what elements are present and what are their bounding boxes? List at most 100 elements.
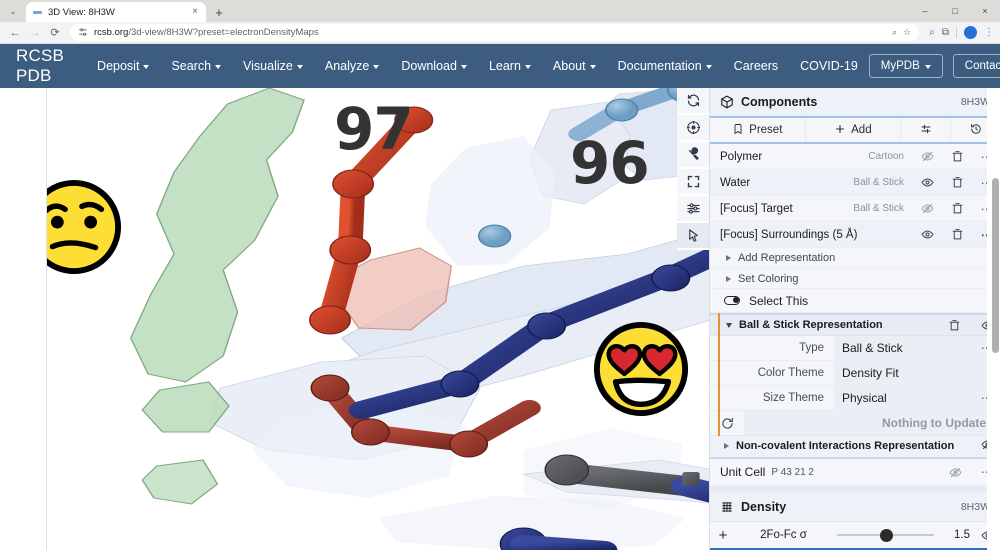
nav-item-learn[interactable]: Learn: [478, 59, 542, 73]
param-type[interactable]: Type Ball & Stick ⋯: [710, 336, 1000, 362]
nav-item-download[interactable]: Download: [390, 59, 478, 73]
search-icon[interactable]: ⌕: [929, 27, 935, 38]
profile-avatar-icon[interactable]: ●: [964, 26, 977, 39]
chevron-down-icon: [143, 64, 150, 69]
add-representation-expander[interactable]: Add Representation: [710, 248, 1000, 269]
header-buttons: MyPDB Contact us: [868, 54, 1000, 78]
tab-search-icon[interactable]: ⌄: [0, 0, 26, 22]
url-path: /3d-view/8H3W?preset=electronDensityMaps: [128, 27, 319, 38]
visibility-on-icon[interactable]: [914, 170, 940, 196]
unit-cell-row[interactable]: Unit Cell P 43 21 2 ⋯: [710, 458, 1000, 487]
component-options-button[interactable]: [901, 118, 952, 142]
molstar-viewer: 97 96 Components 8H3W Preset Add Polymer…: [47, 88, 1000, 550]
visibility-off-icon[interactable]: [914, 196, 940, 222]
mypdb-button[interactable]: MyPDB: [868, 54, 943, 78]
delete-icon[interactable]: [944, 144, 970, 170]
param-value[interactable]: Ball & Stick: [834, 336, 974, 361]
scrollbar-thumb[interactable]: [992, 178, 999, 353]
page-scrollbar[interactable]: [987, 88, 1000, 550]
add-component-button[interactable]: Add: [806, 118, 902, 142]
mypdb-label: MyPDB: [880, 60, 920, 72]
density-title: Density: [741, 499, 787, 514]
bookmark-star-icon[interactable]: ☆: [903, 27, 911, 38]
delete-icon[interactable]: [944, 170, 970, 196]
settings-sliders-icon[interactable]: [677, 196, 709, 223]
reload-icon[interactable]: ⟳: [46, 24, 64, 42]
preset-button[interactable]: Preset: [710, 118, 806, 142]
iso-value-slider[interactable]: [831, 522, 940, 548]
site-settings-icon[interactable]: [78, 27, 88, 39]
new-tab-button[interactable]: +: [208, 2, 230, 22]
select-this-button[interactable]: Select This: [710, 289, 1000, 314]
delete-icon[interactable]: [941, 312, 967, 338]
delete-icon[interactable]: [944, 222, 970, 248]
contact-us-button[interactable]: Contact us: [952, 54, 1000, 78]
set-coloring-expander[interactable]: Set Coloring: [710, 268, 1000, 290]
nav-label: About: [552, 59, 586, 73]
nav-item-careers[interactable]: Careers: [723, 59, 789, 73]
tab-strip: ⌄ 3D View: 8H3W × + – □ ×: [0, 0, 1000, 22]
component-row-focus-target[interactable]: [Focus] Target Ball & Stick ⋯: [710, 196, 1000, 222]
nav-item-about[interactable]: About: [542, 59, 607, 73]
window-minimize-button[interactable]: –: [910, 0, 940, 22]
components-entry-id: 8H3W: [960, 96, 990, 108]
window-close-button[interactable]: ×: [970, 0, 1000, 22]
forward-icon[interactable]: →: [26, 24, 44, 42]
tab-close-icon[interactable]: ×: [190, 7, 200, 17]
nav-item-analyze[interactable]: Analyze: [314, 59, 390, 73]
back-icon[interactable]: ←: [6, 24, 24, 42]
component-name: [Focus] Surroundings (5 Å): [720, 228, 858, 241]
chevron-right-icon: [724, 443, 729, 450]
visibility-off-icon[interactable]: [914, 144, 940, 170]
component-row-water[interactable]: Water Ball & Stick ⋯: [710, 170, 1000, 196]
ball-stick-representation-header[interactable]: Ball & Stick Representation: [710, 312, 1000, 338]
reset-camera-icon[interactable]: [677, 88, 709, 115]
noncovalent-label: Non-covalent Interactions Representation: [736, 440, 955, 453]
param-key: Color Theme: [757, 367, 824, 380]
focus-target-icon[interactable]: [677, 115, 709, 142]
density-channel-2fofc: + 2Fo-Fc σ 1.5: [710, 522, 1000, 550]
nav-item-deposit[interactable]: Deposit: [86, 59, 160, 73]
extensions-icon[interactable]: ⧉: [942, 27, 949, 38]
nav-item-search[interactable]: Search: [160, 59, 232, 73]
molstar-controls-panel: Components 8H3W Preset Add Polymer Carto…: [709, 88, 1000, 550]
param-size-theme[interactable]: Size Theme Physical ⋯: [710, 386, 1000, 412]
rcsb-brand-logo[interactable]: RCSB PDB: [16, 46, 64, 86]
heart-eyes-emoji: [592, 320, 690, 418]
slider-knob[interactable]: [880, 528, 894, 542]
add-channel-icon[interactable]: +: [710, 527, 736, 544]
noncovalent-interactions-expander[interactable]: Non-covalent Interactions Representation: [710, 436, 1000, 459]
density-channel-label: 2Fo-Fc σ: [760, 529, 807, 542]
param-value[interactable]: Density Fit: [834, 361, 974, 386]
refresh-icon[interactable]: [710, 411, 744, 436]
page-left-gutter: [0, 88, 47, 550]
zoom-indicator-icon[interactable]: ⌕: [892, 27, 897, 38]
browser-menu-icon[interactable]: ⋮: [984, 27, 994, 38]
nav-item-documentation[interactable]: Documentation: [607, 59, 723, 73]
representation-block: Ball & Stick Representation Type Ball & …: [710, 312, 1000, 437]
browser-tab[interactable]: 3D View: 8H3W ×: [26, 2, 206, 22]
toggle-controls-icon[interactable]: [677, 142, 709, 169]
url-domain: rcsb.org: [94, 27, 129, 38]
component-row-focus-surroundings[interactable]: [Focus] Surroundings (5 Å) ⋯: [710, 222, 1000, 248]
add-label: Add: [851, 124, 872, 136]
window-maximize-button[interactable]: □: [940, 0, 970, 22]
components-toolbar: Preset Add: [710, 118, 1000, 144]
delete-icon[interactable]: [944, 196, 970, 222]
rcsb-favicon-icon: [32, 7, 43, 18]
param-color-theme[interactable]: Color Theme Density Fit: [710, 361, 1000, 387]
address-bar[interactable]: rcsb.org/3d-view/8H3W?preset=electronDen…: [70, 24, 920, 41]
visibility-off-icon[interactable]: [942, 459, 968, 485]
chevron-down-icon: [373, 64, 380, 69]
visibility-on-icon[interactable]: [914, 222, 940, 248]
toggle-icon: [724, 296, 740, 306]
component-row-polymer[interactable]: Polymer Cartoon ⋯: [710, 144, 1000, 170]
nav-label: Documentation: [617, 59, 702, 73]
fullscreen-icon[interactable]: [677, 169, 709, 196]
param-value[interactable]: Physical: [834, 386, 974, 411]
selection-cursor-icon[interactable]: [677, 223, 709, 250]
site-nav: Deposit Search Visualize Analyze Downloa…: [86, 59, 869, 73]
nav-item-covid19[interactable]: COVID-19: [789, 59, 869, 73]
chevron-right-icon: [726, 254, 731, 261]
nav-item-visualize[interactable]: Visualize: [232, 59, 314, 73]
